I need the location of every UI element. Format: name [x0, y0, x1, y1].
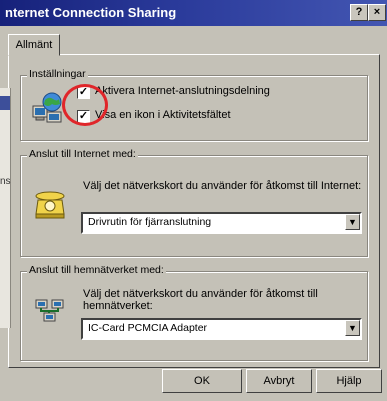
settings-legend: Inställningar	[27, 68, 88, 80]
tab-general[interactable]: Allmänt	[8, 34, 60, 56]
network-globe-icon	[32, 92, 62, 123]
show-icon-label: Visa en ikon i Aktivitetsfältet	[95, 109, 231, 121]
internet-adapter-value: Drivrutin för fjärranslutning	[88, 216, 212, 228]
home-network-legend: Anslut till hemnätverket med:	[27, 264, 166, 276]
home-dropdown-arrow-icon[interactable]: ▼	[345, 320, 360, 336]
dialog-body: Allmänt Inställningar ✓ Aktivera Interne…	[0, 26, 387, 401]
highlight-circle-annotation	[62, 84, 108, 126]
help-title-button[interactable]: ?	[350, 4, 368, 21]
close-title-button[interactable]: ×	[368, 4, 386, 21]
internet-group: Anslut till Internet med: Välj det nätve…	[20, 148, 368, 257]
internet-adapter-select[interactable]: Drivrutin för fjärranslutning ▼	[81, 212, 362, 234]
internet-dropdown-arrow-icon[interactable]: ▼	[345, 214, 360, 230]
cancel-button[interactable]: Avbryt	[246, 369, 312, 393]
network-computers-icon	[35, 299, 64, 322]
ok-button[interactable]: OK	[162, 369, 242, 393]
home-network-instruction-1: Välj det nätverkskort du använder för åt…	[83, 288, 318, 300]
home-adapter-value: IC-Card PCMCIA Adapter	[88, 322, 208, 334]
help-button[interactable]: Hjälp	[316, 369, 382, 393]
background-window-text: ns	[0, 176, 11, 187]
background-window-strip: ns	[0, 88, 11, 328]
home-network-group: Anslut till hemnätverket med: Välj det n…	[20, 264, 368, 361]
internet-instruction: Välj det nätverkskort du använder för åt…	[83, 180, 362, 192]
background-window-bar	[0, 96, 10, 110]
enable-sharing-label: Aktivera Internet-anslutningsdelning	[95, 85, 270, 97]
home-network-instruction-2: hemnätverket:	[83, 300, 153, 312]
home-adapter-select[interactable]: IC-Card PCMCIA Adapter ▼	[81, 318, 362, 340]
telephone-modem-icon	[35, 191, 65, 219]
internet-legend: Anslut till Internet med:	[27, 148, 138, 160]
window-title: nternet Connection Sharing	[5, 5, 177, 20]
title-bar: nternet Connection Sharing ? ×	[0, 0, 387, 26]
